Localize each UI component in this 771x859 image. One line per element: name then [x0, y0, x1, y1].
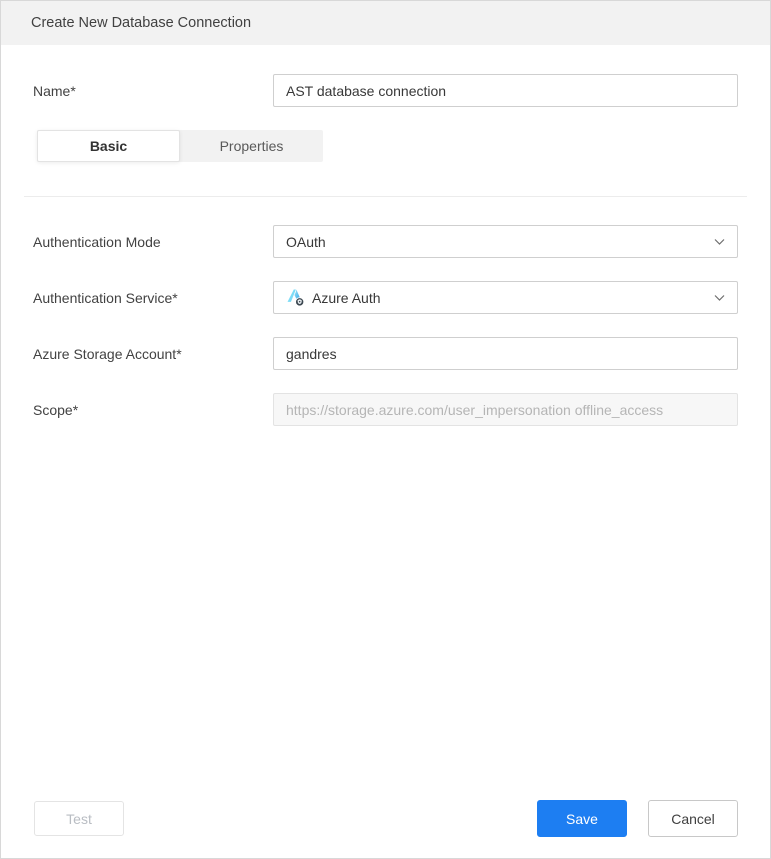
tab-basic[interactable]: Basic: [37, 130, 180, 162]
section-divider: [24, 196, 747, 197]
azure-storage-account-row: Azure Storage Account*: [33, 337, 738, 370]
azure-storage-account-input[interactable]: [273, 337, 738, 370]
dialog-title: Create New Database Connection: [31, 15, 251, 31]
chevron-down-icon: [714, 294, 725, 302]
dialog-footer: Test Save Cancel: [34, 800, 738, 837]
azure-storage-account-label: Azure Storage Account*: [33, 346, 273, 362]
name-input[interactable]: [273, 74, 738, 107]
authentication-mode-value: OAuth: [286, 234, 326, 250]
save-button[interactable]: Save: [537, 800, 627, 837]
azure-auth-icon: [286, 288, 305, 307]
create-database-connection-dialog: Create New Database Connection Name* Bas…: [0, 0, 771, 859]
tab-bar: Basic Properties: [37, 130, 323, 162]
authentication-service-select[interactable]: Azure Auth: [273, 281, 738, 314]
chevron-down-icon: [714, 238, 725, 246]
authentication-service-label: Authentication Service*: [33, 290, 273, 306]
scope-input: [273, 393, 738, 426]
authentication-mode-label: Authentication Mode: [33, 234, 273, 250]
test-button[interactable]: Test: [34, 801, 124, 836]
authentication-mode-row: Authentication Mode OAuth: [33, 225, 738, 258]
name-row: Name*: [33, 74, 738, 107]
dialog-header: Create New Database Connection: [1, 1, 770, 45]
scope-label: Scope*: [33, 402, 273, 418]
cancel-button[interactable]: Cancel: [648, 800, 738, 837]
scope-row: Scope*: [33, 393, 738, 426]
authentication-service-row: Authentication Service*: [33, 281, 738, 314]
name-label: Name*: [33, 83, 273, 99]
authentication-mode-select[interactable]: OAuth: [273, 225, 738, 258]
authentication-service-value: Azure Auth: [312, 290, 381, 306]
dialog-body: Name* Basic Properties Authentication Mo…: [1, 74, 770, 426]
tab-properties[interactable]: Properties: [180, 130, 323, 162]
